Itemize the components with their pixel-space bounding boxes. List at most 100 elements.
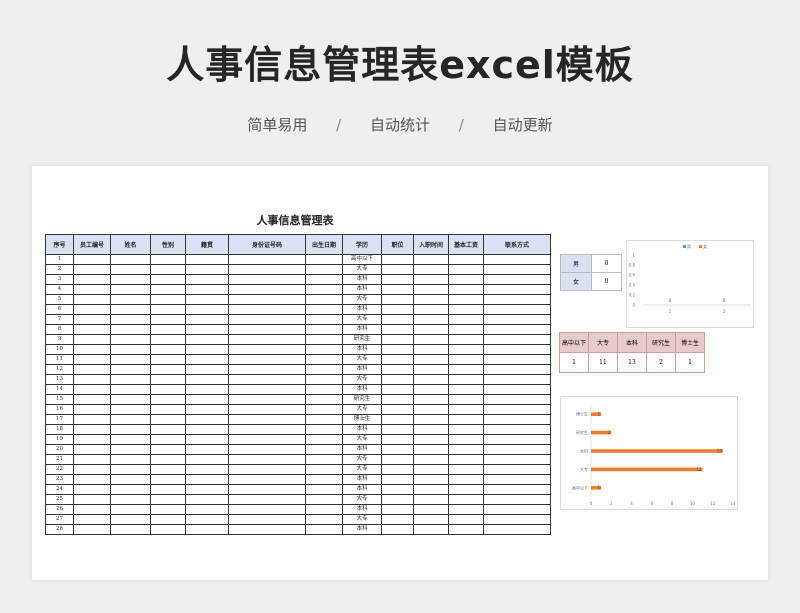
row-number[interactable]: 7 <box>45 314 74 325</box>
empty-cell[interactable] <box>150 324 186 335</box>
empty-cell[interactable] <box>110 514 151 525</box>
empty-cell[interactable] <box>483 404 551 415</box>
empty-cell[interactable] <box>448 404 484 415</box>
empty-cell[interactable] <box>228 374 306 385</box>
empty-cell[interactable] <box>381 484 414 495</box>
row-number[interactable]: 19 <box>45 434 74 445</box>
empty-cell[interactable] <box>305 374 343 385</box>
empty-cell[interactable] <box>185 314 229 325</box>
empty-cell[interactable] <box>185 434 229 445</box>
education-cell[interactable]: 大专 <box>342 404 382 415</box>
empty-cell[interactable] <box>110 474 151 485</box>
empty-cell[interactable] <box>110 434 151 445</box>
empty-cell[interactable] <box>73 274 111 285</box>
row-number[interactable]: 24 <box>45 484 74 495</box>
empty-cell[interactable] <box>305 404 343 415</box>
empty-cell[interactable] <box>185 274 229 285</box>
empty-cell[interactable] <box>413 284 449 295</box>
empty-cell[interactable] <box>483 344 551 355</box>
empty-cell[interactable] <box>73 464 111 475</box>
empty-cell[interactable] <box>228 304 306 315</box>
empty-cell[interactable] <box>73 404 111 415</box>
empty-cell[interactable] <box>228 524 306 535</box>
empty-cell[interactable] <box>305 324 343 335</box>
empty-cell[interactable] <box>185 264 229 275</box>
empty-cell[interactable] <box>381 324 414 335</box>
empty-cell[interactable] <box>305 474 343 485</box>
education-cell[interactable]: 研究生 <box>342 394 382 405</box>
empty-cell[interactable] <box>483 414 551 425</box>
empty-cell[interactable] <box>448 254 484 265</box>
empty-cell[interactable] <box>305 364 343 375</box>
education-cell[interactable]: 本科 <box>342 324 382 335</box>
empty-cell[interactable] <box>150 464 186 475</box>
empty-cell[interactable] <box>185 394 229 405</box>
education-cell[interactable]: 大专 <box>342 454 382 465</box>
education-cell[interactable]: 高中以下 <box>342 254 382 265</box>
empty-cell[interactable] <box>150 264 186 275</box>
empty-cell[interactable] <box>73 514 111 525</box>
education-cell[interactable]: 大专 <box>342 374 382 385</box>
empty-cell[interactable] <box>483 334 551 345</box>
education-cell[interactable]: 大专 <box>342 354 382 365</box>
row-number[interactable]: 5 <box>45 294 74 305</box>
empty-cell[interactable] <box>73 394 111 405</box>
empty-cell[interactable] <box>381 374 414 385</box>
empty-cell[interactable] <box>150 364 186 375</box>
row-number[interactable]: 11 <box>45 354 74 365</box>
empty-cell[interactable] <box>413 474 449 485</box>
empty-cell[interactable] <box>483 264 551 275</box>
education-cell[interactable]: 本科 <box>342 474 382 485</box>
education-cell[interactable]: 本科 <box>342 284 382 295</box>
empty-cell[interactable] <box>448 484 484 495</box>
empty-cell[interactable] <box>448 434 484 445</box>
empty-cell[interactable] <box>483 374 551 385</box>
row-number[interactable]: 10 <box>45 344 74 355</box>
empty-cell[interactable] <box>73 324 111 335</box>
empty-cell[interactable] <box>185 414 229 425</box>
empty-cell[interactable] <box>150 304 186 315</box>
row-number[interactable]: 23 <box>45 474 74 485</box>
empty-cell[interactable] <box>448 274 484 285</box>
empty-cell[interactable] <box>381 294 414 305</box>
empty-cell[interactable] <box>305 294 343 305</box>
empty-cell[interactable] <box>185 504 229 515</box>
empty-cell[interactable] <box>150 454 186 465</box>
row-number[interactable]: 17 <box>45 414 74 425</box>
empty-cell[interactable] <box>305 464 343 475</box>
empty-cell[interactable] <box>448 414 484 425</box>
empty-cell[interactable] <box>381 454 414 465</box>
empty-cell[interactable] <box>305 394 343 405</box>
empty-cell[interactable] <box>413 344 449 355</box>
empty-cell[interactable] <box>448 314 484 325</box>
empty-cell[interactable] <box>228 454 306 465</box>
empty-cell[interactable] <box>150 414 186 425</box>
empty-cell[interactable] <box>185 404 229 415</box>
empty-cell[interactable] <box>110 414 151 425</box>
empty-cell[interactable] <box>228 504 306 515</box>
empty-cell[interactable] <box>413 514 449 525</box>
empty-cell[interactable] <box>150 294 186 305</box>
empty-cell[interactable] <box>150 274 186 285</box>
empty-cell[interactable] <box>110 254 151 265</box>
empty-cell[interactable] <box>483 314 551 325</box>
empty-cell[interactable] <box>73 504 111 515</box>
empty-cell[interactable] <box>150 334 186 345</box>
empty-cell[interactable] <box>413 464 449 475</box>
empty-cell[interactable] <box>110 484 151 495</box>
empty-cell[interactable] <box>448 504 484 515</box>
empty-cell[interactable] <box>381 364 414 375</box>
empty-cell[interactable] <box>185 384 229 395</box>
empty-cell[interactable] <box>413 374 449 385</box>
empty-cell[interactable] <box>73 254 111 265</box>
empty-cell[interactable] <box>413 394 449 405</box>
empty-cell[interactable] <box>185 294 229 305</box>
empty-cell[interactable] <box>73 334 111 345</box>
empty-cell[interactable] <box>185 304 229 315</box>
empty-cell[interactable] <box>228 474 306 485</box>
row-number[interactable]: 25 <box>45 494 74 505</box>
empty-cell[interactable] <box>305 284 343 295</box>
empty-cell[interactable] <box>413 364 449 375</box>
empty-cell[interactable] <box>110 394 151 405</box>
empty-cell[interactable] <box>483 254 551 265</box>
